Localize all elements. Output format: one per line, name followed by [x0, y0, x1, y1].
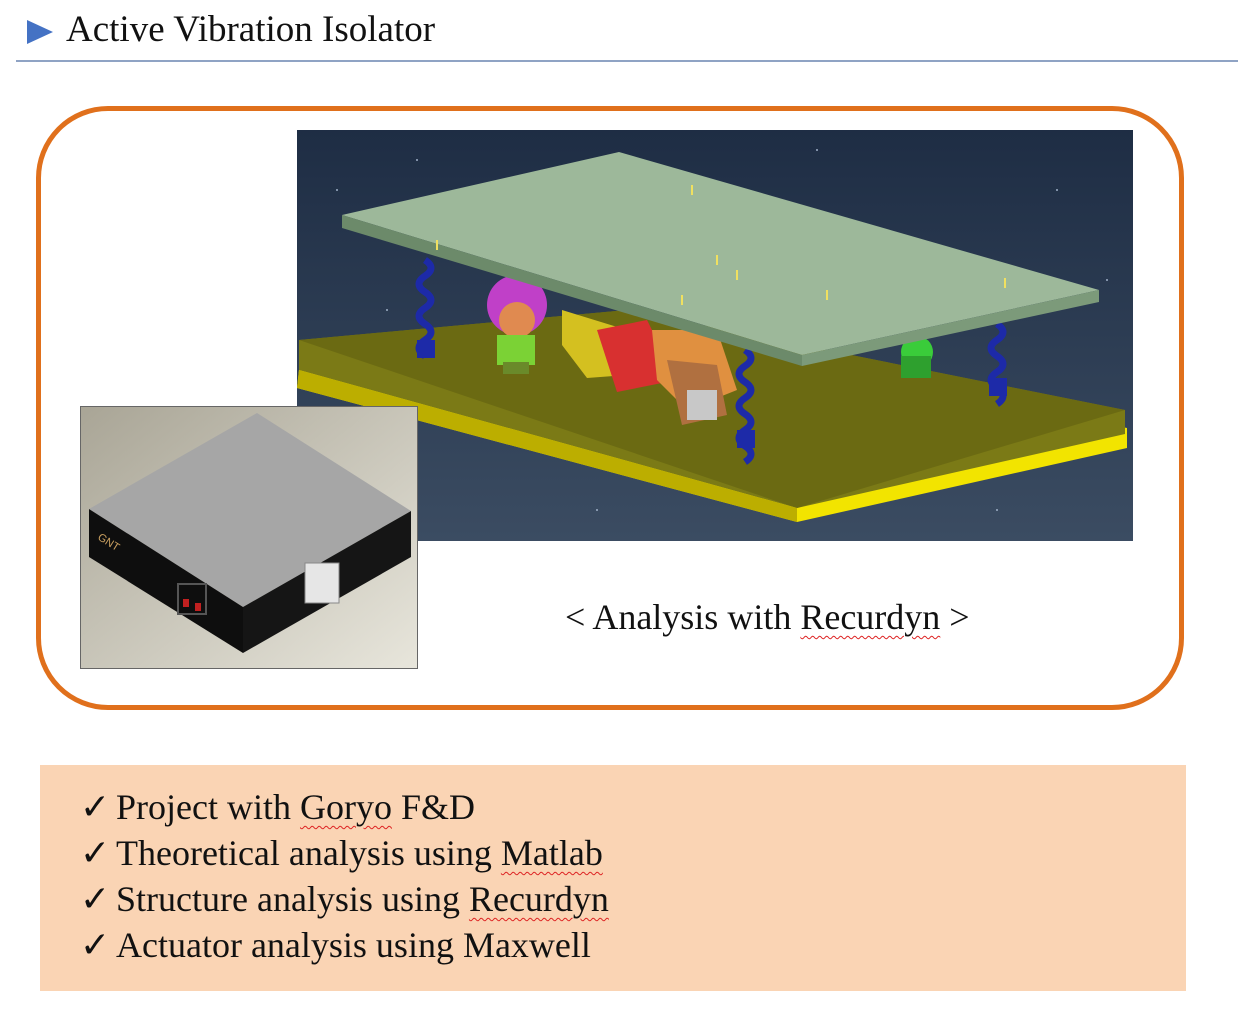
title-arrow-icon — [27, 20, 53, 44]
bullet-item: ✓ Structure analysis using Recurdyn — [80, 876, 609, 922]
check-icon: ✓ — [80, 879, 111, 919]
check-icon: ✓ — [80, 787, 111, 827]
check-icon: ✓ — [80, 925, 111, 965]
recurdyn-analysis-image — [297, 130, 1133, 541]
bullet-item: ✓ Theoretical analysis using Matlab — [80, 830, 609, 876]
check-icon: ✓ — [80, 833, 111, 873]
page-title: Active Vibration Isolator — [66, 9, 436, 50]
caption-keyword: Recurdyn — [800, 597, 941, 637]
bullet-item: ✓ Actuator analysis using Maxwell — [80, 922, 609, 968]
bullet-list: ✓ Project with Goryo F&D ✓ Theoretical ana… — [80, 784, 609, 968]
title-divider — [16, 60, 1238, 62]
bullet-item: ✓ Project with Goryo F&D — [80, 784, 609, 830]
figure-caption: < Analysis with Recurdyn > — [565, 597, 970, 637]
isolator-product-image: GNT — [80, 406, 418, 669]
